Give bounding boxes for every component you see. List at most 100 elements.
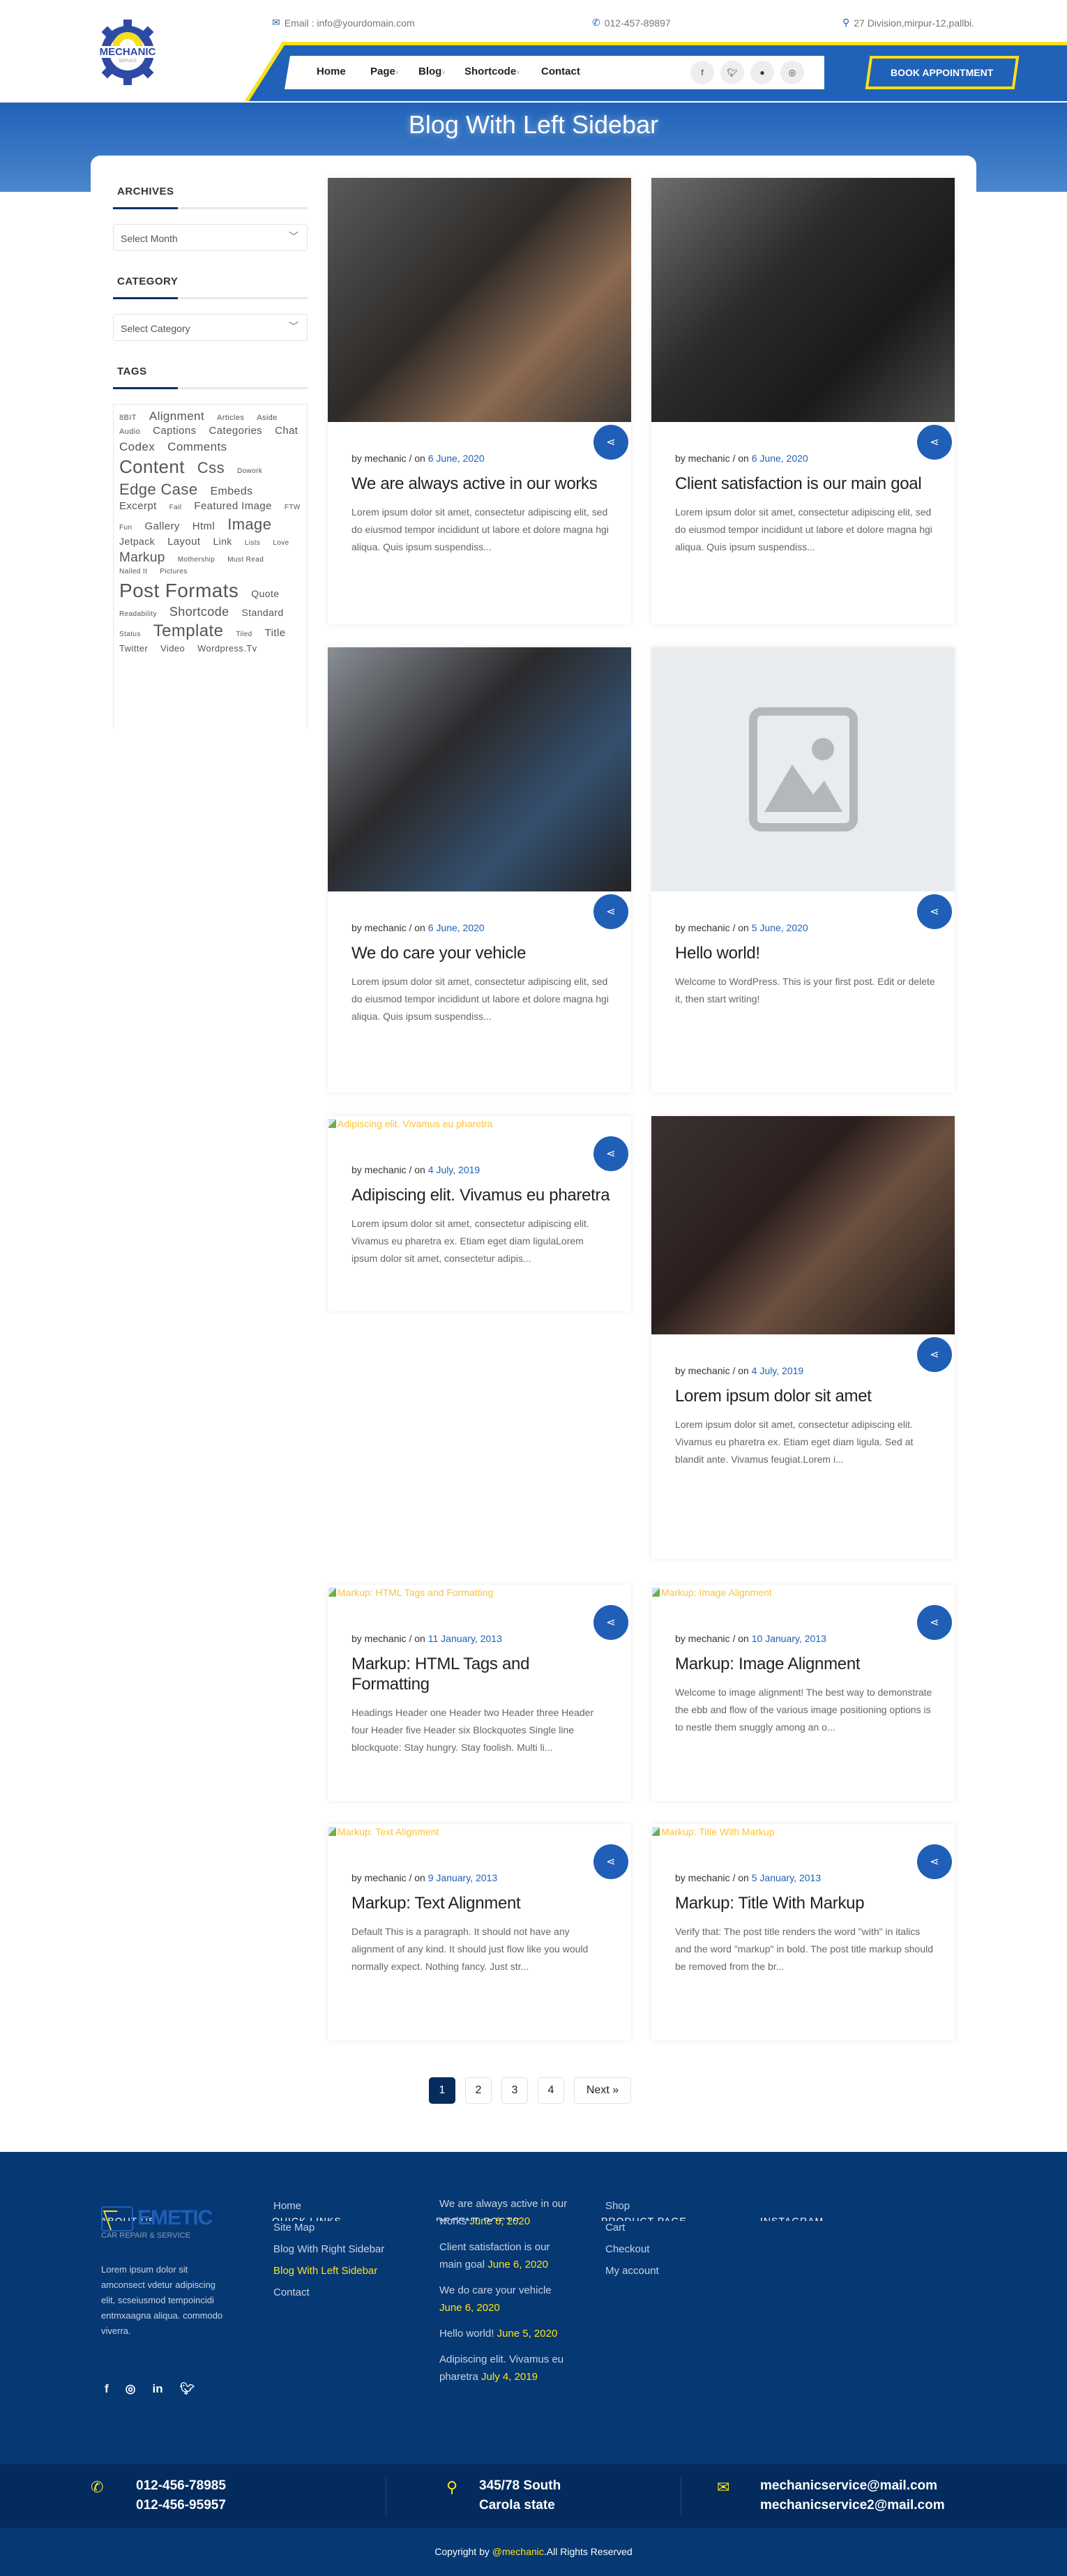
post-title[interactable]: Markup: HTML Tags and Formatting [351,1654,612,1694]
page-current[interactable]: 1 [429,2077,455,2104]
tag-link[interactable]: FTW [285,504,301,513]
post-title[interactable]: Client satisfaction is our main goal [675,474,935,494]
post-author[interactable]: by mechanic / on [675,922,749,933]
footer-link[interactable]: Home [273,2195,384,2217]
broken-image-alt[interactable]: Adipiscing elit. Vivamus eu pharetra [328,1116,631,1133]
tag-link[interactable]: Gallery [144,520,179,534]
footer-product-link[interactable]: Cart [605,2217,659,2238]
email-1[interactable]: mechanicservice@mail.com [760,2476,945,2496]
tag-link[interactable]: Pictures [160,568,187,577]
tag-link[interactable]: Embeds [210,485,252,499]
tag-link[interactable]: Articles [217,414,244,423]
tag-link[interactable]: Fun [119,524,132,533]
instagram-icon[interactable]: ◎ [126,2382,136,2396]
footer-link[interactable]: Blog With Left Sidebar [273,2260,384,2282]
post-title[interactable]: We are always active in our works [351,474,612,494]
share-button[interactable]: ⋖ [593,894,628,929]
post-title[interactable]: We do care your vehicle [351,943,612,963]
recent-post[interactable]: We do care your vehicle June 6, 2020 [439,2282,572,2317]
tag-link[interactable]: Tiled [236,631,252,640]
tag-link[interactable]: Mothership [178,556,215,565]
tag-link[interactable]: Comments [167,439,227,454]
share-button[interactable]: ⋖ [917,1605,952,1640]
nav-blog[interactable]: Blog˅ [418,66,446,77]
tag-link[interactable]: Featured Image [194,500,272,513]
post-title[interactable]: Hello world! [675,943,935,963]
page-link[interactable]: 2 [465,2077,492,2104]
tag-link[interactable]: Video [160,643,185,654]
post-image[interactable] [328,647,631,891]
chat-icon[interactable]: ● [750,61,774,84]
footer-link[interactable]: Contact [273,2282,384,2303]
tag-link[interactable]: Image [227,515,271,534]
tag-link[interactable]: Love [273,539,289,548]
next-page-button[interactable]: Next » [574,2077,631,2104]
post-image[interactable] [651,178,955,422]
logo[interactable]: MECHANIC SERVICE [93,20,162,85]
tag-link[interactable]: Title [265,627,286,640]
post-image[interactable] [651,1116,955,1334]
share-button[interactable]: ⋖ [593,1605,628,1640]
tag-link[interactable]: Quote [251,588,279,601]
archives-select[interactable]: Select Month ﹀ [113,224,308,251]
tag-link[interactable]: Must Read [227,556,264,565]
tag-link[interactable]: Readability [119,610,157,619]
post-title[interactable]: Lorem ipsum dolor sit amet [675,1386,935,1406]
footer-link[interactable]: Blog With Right Sidebar [273,2238,384,2260]
post-date[interactable]: 9 January, 2013 [428,1872,497,1883]
nav-home[interactable]: Home [317,66,346,77]
tag-link[interactable]: Content [119,455,185,479]
broken-image-alt[interactable]: Markup: Title With Markup [651,1824,955,1841]
tag-link[interactable]: Layout [167,536,200,549]
post-title[interactable]: Markup: Title With Markup [675,1893,935,1913]
post-author[interactable]: by mechanic / on [675,1633,749,1644]
post-title[interactable]: Markup: Image Alignment [675,1654,935,1674]
tag-link[interactable]: Html [192,520,215,534]
tag-link[interactable]: Link [213,536,232,548]
tag-link[interactable]: Twitter [119,643,148,654]
tag-link[interactable]: Dowork [237,467,262,476]
header-phone[interactable]: ✆ 012-457-89897 [592,17,671,29]
share-button[interactable]: ⋖ [917,1337,952,1372]
page-link[interactable]: 3 [501,2077,528,2104]
post-title[interactable]: Adipiscing elit. Vivamus eu pharetra [351,1185,612,1205]
post-image[interactable] [328,178,631,422]
tag-link[interactable]: Template [153,621,224,642]
share-button[interactable]: ⋖ [917,1844,952,1879]
linkedin-icon[interactable]: in [153,2382,163,2396]
share-button[interactable]: ⋖ [917,894,952,929]
recent-post[interactable]: Adipiscing elit. Vivamus eu pharetra Jul… [439,2351,572,2386]
tag-link[interactable]: Status [119,631,141,640]
post-author[interactable]: by mechanic / on [675,453,749,464]
tag-link[interactable]: Nailed It [119,568,147,577]
post-date[interactable]: 10 January, 2013 [752,1633,826,1644]
post-author[interactable]: by mechanic / on [675,1872,749,1883]
footer-product-link[interactable]: Checkout [605,2238,659,2260]
tag-link[interactable]: Codex [119,439,155,454]
tag-link[interactable]: Chat [275,425,298,438]
book-appointment-button[interactable]: BOOK APPOINTMENT [865,56,1020,89]
tag-link[interactable]: Alignment [149,409,204,423]
share-button[interactable]: ⋖ [593,1136,628,1171]
footer-product-link[interactable]: My account [605,2260,659,2282]
email-2[interactable]: mechanicservice2@mail.com [760,2496,945,2515]
broken-image-alt[interactable]: Markup: Image Alignment [651,1585,955,1602]
nav-contact[interactable]: Contact [541,66,580,77]
post-author[interactable]: by mechanic / on [675,1365,749,1376]
tag-link[interactable]: Shortcode [169,604,229,620]
instagram-icon[interactable]: ◎ [780,61,804,84]
facebook-icon[interactable]: f [690,61,714,84]
tag-link[interactable]: Excerpt [119,500,157,513]
facebook-icon[interactable]: f [105,2382,109,2396]
post-date[interactable]: 5 January, 2013 [752,1872,821,1883]
tag-link[interactable]: Lists [245,539,261,548]
post-date[interactable]: 5 June, 2020 [752,922,808,933]
post-title[interactable]: Markup: Text Alignment [351,1893,612,1913]
phone-1[interactable]: 012-456-78985 [136,2476,226,2496]
tag-link[interactable]: Post Formats [119,578,239,603]
tag-link[interactable]: 8BIT [119,414,137,423]
tag-link[interactable]: Categories [209,425,263,438]
broken-image-alt[interactable]: Markup: Text Alignment [328,1824,631,1841]
page-link[interactable]: 4 [538,2077,564,2104]
broken-image-alt[interactable]: Markup: HTML Tags and Formatting [328,1585,631,1602]
